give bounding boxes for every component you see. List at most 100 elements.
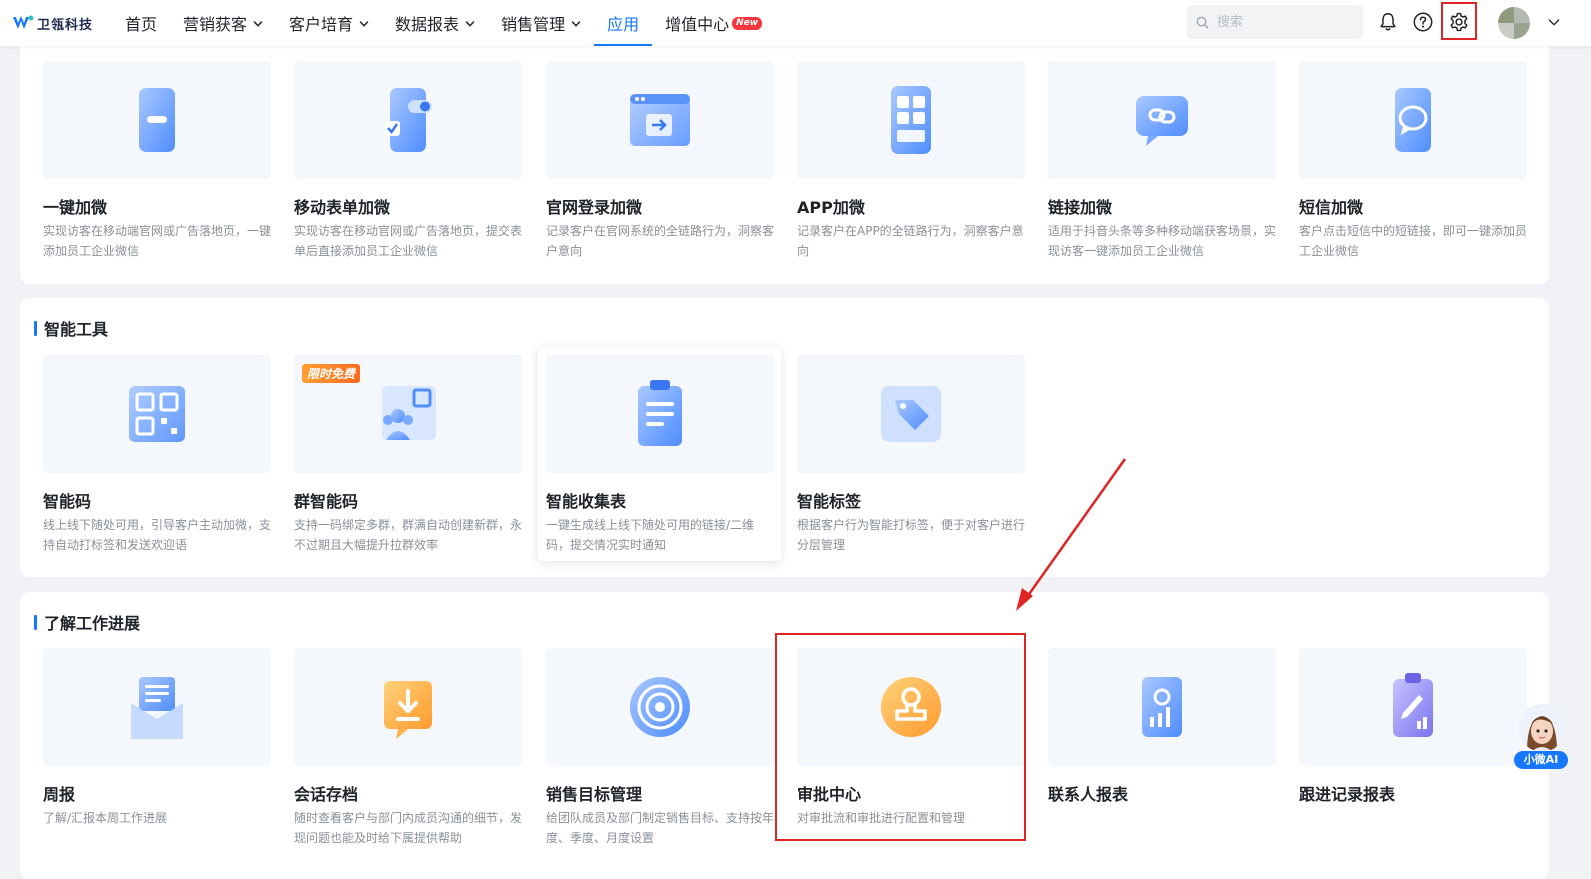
app-card-title: 联系人报表 [1048,785,1129,804]
help-button[interactable] [1410,9,1436,35]
link-chat-icon [1136,96,1188,146]
chevron-down-icon [253,21,263,27]
app-card-thumbnail [1048,648,1276,766]
nav-item-1[interactable]: 营销获客 [170,0,276,46]
app-card-description: 了解/汇报本周工作进展 [43,811,168,825]
top-navigation-bar: 卫瓴科技 首页 营销获客 客户培育 数据报表 销售管理 应用 增值中心 New [0,0,1591,46]
nav-item-5[interactable]: 应用 [594,0,653,46]
brand-logo-icon [13,15,34,29]
app-card-thumbnail [797,61,1025,179]
app-card-thumbnail [1299,648,1527,766]
app-card-thumbnail [294,61,522,179]
new-badge: New [732,16,763,30]
nav-item-0[interactable]: 首页 [112,0,170,46]
search-box[interactable] [1187,5,1363,39]
sms-bubble-icon [1395,88,1431,152]
bell-icon [1380,13,1396,31]
followup-report-icon [1393,673,1433,737]
app-card-title: 智能标签 [797,492,862,511]
ai-assistant-button[interactable]: 小微AI [1513,704,1569,770]
app-card-title: 销售目标管理 [546,785,643,804]
chevron-down-icon [359,21,369,27]
app-card-thumbnail [43,355,271,473]
nav-item-3[interactable]: 数据报表 [382,0,488,46]
brand-logo[interactable]: 卫瓴科技 [12,12,93,34]
app-card-thumbnail [546,648,774,766]
notification-button[interactable] [1375,9,1401,35]
tag-icon [881,386,941,442]
search-input[interactable] [1217,14,1357,30]
app-card-description: 记录客户在官网系统的全链路行为，洞察客户意向 [546,224,775,258]
nav-item-2[interactable]: 客户培育 [276,0,382,46]
avatar[interactable] [1498,7,1530,39]
nav-item-label: 营销获客 [183,15,248,34]
app-card-title: 群智能码 [294,492,359,511]
app-card-thumbnail [43,61,271,179]
nav-item-label: 增值中心 [665,15,730,34]
approval-center-highlight-box [775,633,1026,841]
nav-item-label: 数据报表 [395,15,460,34]
app-card-description: 给团队成员及部门制定销售目标、支持按年度、季度、月度设置 [546,811,775,845]
app-card-thumbnail [43,648,271,766]
nav-item-label: 销售管理 [501,15,566,34]
app-card-title: 一键加微 [43,198,108,217]
app-card-thumbnail [1299,61,1527,179]
app-card-title: 链接加微 [1048,198,1113,217]
section-title: 智能工具 [34,316,108,340]
app-card-title: 官网登录加微 [546,198,643,217]
app-card-title: 跟进记录报表 [1299,785,1396,804]
app-card-description: 记录客户在APP的全链路行为，洞察客户意向 [797,224,1024,258]
app-card-thumbnail [294,648,522,766]
app-card-thumbnail [1048,61,1276,179]
app-card-thumbnail [797,355,1025,473]
app-card-description: 一键生成线上线下随处可用的链接/二维码，提交情况实时通知 [546,518,755,552]
account-menu-toggle[interactable] [1541,9,1567,35]
app-card-description: 实现访客在移动官网或广告落地页，提交表单后直接添加员工企业微信 [294,224,523,258]
app-card-thumbnail [546,61,774,179]
help-icon [1413,12,1433,32]
settings-highlight-box [1441,2,1477,40]
contact-report-icon [1142,677,1182,737]
assistant-label: 小微AI [1514,751,1568,769]
app-card-thumbnail [546,355,774,473]
target-icon [630,677,690,737]
app-card-title: 智能收集表 [546,492,627,511]
report-envelope-icon [131,677,183,739]
brand-name: 卫瓴科技 [37,17,94,33]
free-tag: 限时免费 [302,364,361,383]
app-card-title: APP加微 [797,198,865,217]
group-qr-icon [382,386,436,440]
nav-item-label: 客户培育 [289,15,354,34]
search-icon [1196,16,1209,28]
archive-download-icon [384,681,432,739]
app-card-description: 适用于抖音头条等多种移动端获客场景，实现访客一键添加员工企业微信 [1048,224,1277,258]
app-card-description: 线上线下随处可用，引导客户主动加微，支持自动打标签和发送欢迎语 [43,518,272,552]
app-card-description: 支持一码绑定多群，群满自动创建新群，永不过期且大幅提升拉群效率 [294,518,523,552]
qr-code-icon [129,386,185,442]
nav-item-6[interactable]: 增值中心 New [652,0,775,46]
nav-item-label: 应用 [607,15,640,34]
app-card-title: 周报 [43,785,76,804]
app-card-description: 根据客户行为智能打标签，便于对客户进行分层管理 [797,518,1026,552]
main-nav: 首页 营销获客 客户培育 数据报表 销售管理 应用 增值中心 New [112,0,775,46]
browser-login-icon [630,94,690,146]
assistant-avatar [1519,704,1565,752]
phone-minus-icon [139,88,175,152]
app-card-title: 智能码 [43,492,92,511]
app-card-description: 客户点击短信中的短链接，即可一键添加员工企业微信 [1299,224,1528,258]
app-card-description: 随时查看客户与部门内成员沟通的细节，发现问题也能及时给下属提供帮助 [294,811,523,845]
app-card-title: 移动表单加微 [294,198,391,217]
app-card-title: 会话存档 [294,785,359,804]
nav-item-4[interactable]: 销售管理 [488,0,594,46]
app-card-title: 短信加微 [1299,198,1364,217]
chevron-down-icon [571,21,581,27]
chevron-down-icon [1548,19,1560,26]
phone-toggle-icon [385,88,432,152]
section-title: 了解工作进展 [34,610,140,634]
app-grid-icon [891,86,931,154]
nav-item-label: 首页 [125,15,158,34]
chevron-down-icon [465,21,475,27]
app-card-description: 实现访客在移动端官网或广告落地页，一键添加员工企业微信 [43,224,272,258]
app-card-thumbnail: 限时免费 [294,355,522,473]
clipboard-form-icon [638,380,682,446]
